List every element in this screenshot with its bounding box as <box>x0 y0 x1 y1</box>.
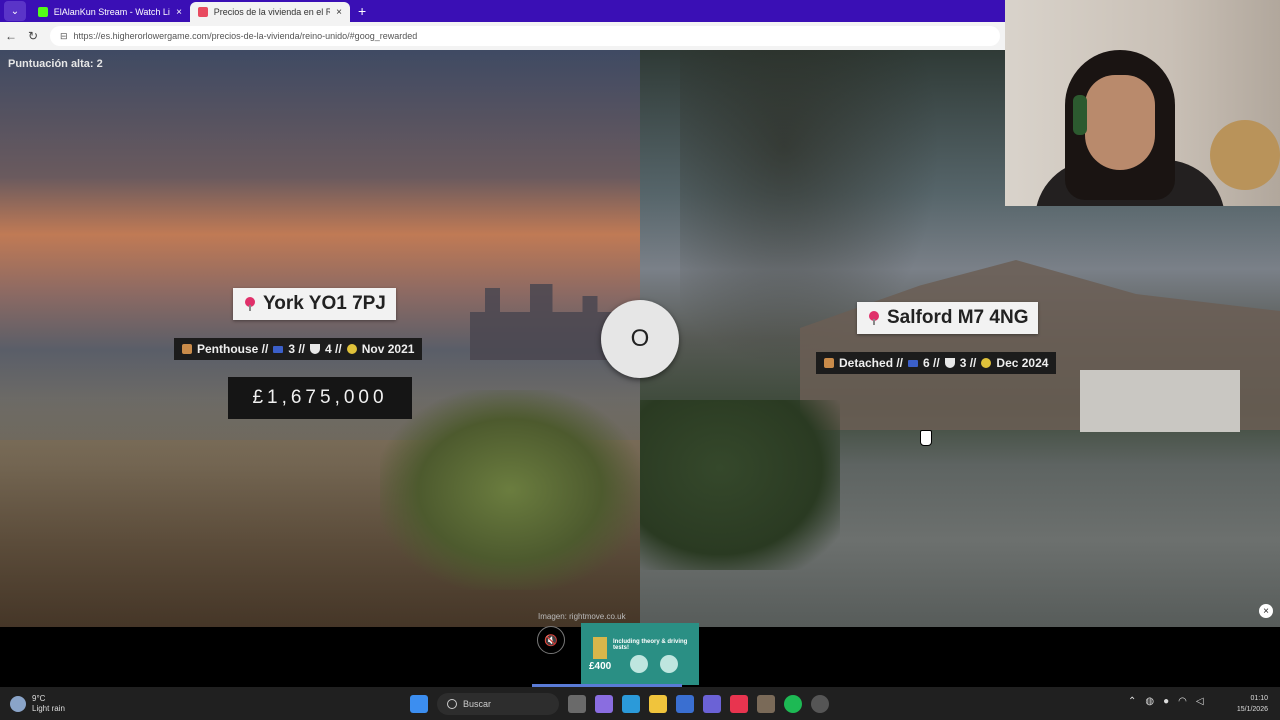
weather-widget[interactable]: 9°C Light rain <box>10 694 65 714</box>
settings-icon[interactable] <box>811 695 829 713</box>
search-placeholder: Buscar <box>463 699 492 709</box>
weather-temperature: 9°C <box>32 694 46 703</box>
house-icon <box>824 358 834 368</box>
bed-icon <box>273 345 284 353</box>
music-icon[interactable] <box>730 695 748 713</box>
right-beds: 6 // <box>923 356 940 370</box>
new-tab-button[interactable]: + <box>358 3 366 22</box>
bath-icon <box>310 344 321 354</box>
tab-label: ElAlanKun Stream - Watch Live on <box>53 7 170 17</box>
site-info-icon[interactable]: ⊟ <box>60 31 68 42</box>
clock-date: 15/1/2026 <box>1236 706 1268 713</box>
mail-icon[interactable] <box>676 695 694 713</box>
game-favicon-icon <box>198 7 208 17</box>
garage-doors <box>1080 370 1240 432</box>
microphone-icon[interactable]: ● <box>1163 696 1169 707</box>
right-property-info: Detached // 6 // 3 // Dec 2024 <box>816 352 1057 374</box>
taskbar-apps: Buscar <box>410 693 829 715</box>
banner-ad[interactable]: Including theory & driving tests! £400 <box>581 623 699 685</box>
tab-housing-prices[interactable]: Precios de la vivienda en el Reino × <box>190 2 350 22</box>
windows-taskbar: 9°C Light rain Buscar ⌃ ◍ ● ◠ ◁ 01:10 15… <box>0 687 1280 720</box>
image-credit: Imagen: rightmove.co.uk <box>538 612 626 621</box>
left-location-label: York YO1 7PJ <box>233 288 396 320</box>
wifi-icon[interactable]: ◠ <box>1178 696 1187 707</box>
left-property-info: Penthouse // 3 // 4 // Nov 2021 <box>174 338 423 360</box>
reload-button[interactable]: ↻ <box>22 29 44 43</box>
clock[interactable]: 01:10 15/1/2026 <box>1226 693 1268 715</box>
headset <box>1073 95 1087 135</box>
bath-icon <box>944 358 955 368</box>
left-beds: 3 // <box>288 342 306 356</box>
back-button[interactable]: ← <box>0 29 22 43</box>
pin-icon <box>245 297 255 311</box>
tab-label: Precios de la vivienda en el Reino <box>213 7 331 17</box>
left-location-text: York YO1 7PJ <box>263 293 386 314</box>
tab-stream[interactable]: ElAlanKun Stream - Watch Live on × <box>30 2 190 22</box>
close-ad-icon[interactable]: × <box>1259 604 1273 618</box>
coins-icon <box>593 637 607 659</box>
url-field[interactable]: ⊟ https://es.higherorlowergame.com/preci… <box>50 26 1000 46</box>
kick-favicon-icon <box>38 7 48 17</box>
left-type: Penthouse // <box>197 342 269 356</box>
planters <box>380 390 640 590</box>
or-badge: O <box>601 300 679 378</box>
ad-text: Including theory & driving tests! <box>613 639 688 651</box>
start-icon[interactable] <box>410 695 428 713</box>
task-view-icon[interactable] <box>568 695 586 713</box>
left-baths: 4 // <box>325 342 342 356</box>
mute-icon[interactable]: 🔇 <box>537 626 565 654</box>
hand-cursor-icon <box>920 430 932 446</box>
high-score: Puntuación alta: 2 <box>8 58 103 70</box>
file-explorer-icon[interactable] <box>649 695 667 713</box>
house-icon <box>182 344 192 354</box>
clock-time: 01:10 <box>1250 695 1268 702</box>
left-date: Nov 2021 <box>361 342 415 356</box>
app-icon[interactable] <box>757 695 775 713</box>
url-text: https://es.higherorlowergame.com/precios… <box>73 31 418 41</box>
teams-icon[interactable] <box>703 695 721 713</box>
right-location-text: Salford M7 4NG <box>887 307 1029 328</box>
copilot-icon[interactable] <box>595 695 613 713</box>
ad-price: £400 <box>589 661 612 672</box>
pin-icon <box>869 311 879 325</box>
address-bar-row: ← ↻ ⊟ https://es.higherorlowergame.com/p… <box>0 22 1005 50</box>
browser-tabbar: ⌄ ElAlanKun Stream - Watch Live on × Pre… <box>0 0 1005 22</box>
heart-icon <box>981 358 992 368</box>
system-tray: ⌃ ◍ ● ◠ ◁ <box>1128 696 1204 707</box>
streamer-face <box>1085 75 1155 170</box>
right-date: Dec 2024 <box>996 356 1049 370</box>
hedge <box>640 400 840 570</box>
right-baths: 3 // <box>959 356 977 370</box>
straw-hat <box>1210 120 1280 190</box>
tab-actions-button[interactable]: ⌄ <box>4 1 26 21</box>
rain-cloud-icon <box>10 696 26 712</box>
volume-icon[interactable]: ◁ <box>1196 696 1204 707</box>
edge-icon[interactable] <box>622 695 640 713</box>
right-type: Detached // <box>839 356 904 370</box>
heart-icon <box>346 344 357 354</box>
network-icon[interactable]: ◍ <box>1145 696 1154 707</box>
ad-badge-icon <box>660 655 678 673</box>
tab-close-icon[interactable]: × <box>176 7 182 18</box>
bed-icon <box>908 359 919 367</box>
york-minster-silhouette <box>470 284 620 360</box>
tab-close-icon[interactable]: × <box>336 7 342 18</box>
webcam-overlay <box>1005 0 1280 206</box>
right-location-label: Salford M7 4NG <box>857 302 1039 334</box>
search-icon <box>447 699 457 709</box>
chevron-up-icon[interactable]: ⌃ <box>1128 696 1136 707</box>
spotify-icon[interactable] <box>784 695 802 713</box>
weather-condition: Light rain <box>32 704 65 713</box>
taskbar-search[interactable]: Buscar <box>437 693 559 715</box>
ad-badge-icon <box>630 655 648 673</box>
left-price: £1,675,000 <box>228 377 412 419</box>
